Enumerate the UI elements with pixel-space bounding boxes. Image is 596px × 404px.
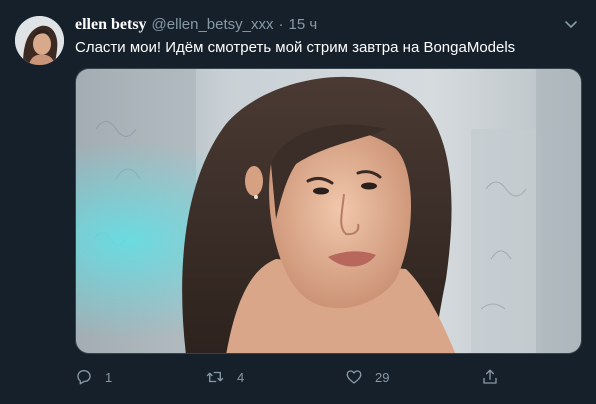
retweet-button[interactable]: 4 — [205, 366, 244, 388]
retweet-count: 4 — [237, 369, 245, 385]
more-options-button[interactable] — [562, 15, 580, 33]
avatar-image — [15, 16, 64, 65]
tweet-actions: 1 4 29 — [75, 366, 505, 388]
tweet-media-photo[interactable] — [75, 68, 582, 354]
share-icon — [483, 369, 497, 384]
chevron-down-icon — [565, 21, 577, 28]
user-handle[interactable]: @ellen_betsy_xxx — [152, 15, 274, 35]
tweet-header: ellen betsy @ellen_betsy_xxx · 15 ч — [75, 15, 317, 35]
tweet-card[interactable]: ellen betsy @ellen_betsy_xxx · 15 ч Слас… — [0, 0, 596, 404]
display-name[interactable]: ellen betsy — [75, 15, 147, 35]
share-button[interactable] — [481, 366, 499, 388]
reply-button[interactable]: 1 — [75, 366, 112, 388]
retweet-icon — [206, 371, 224, 383]
photo-image — [76, 69, 581, 353]
separator-dot: · — [278, 16, 284, 33]
reply-count: 1 — [105, 369, 113, 385]
heart-icon — [346, 370, 362, 384]
timestamp[interactable]: 15 ч — [289, 15, 318, 35]
like-count: 29 — [375, 369, 390, 385]
tweet-text: Сласти мои! Идём смотреть мой стрим завт… — [75, 39, 516, 56]
reply-icon — [77, 369, 91, 385]
like-button[interactable]: 29 — [345, 366, 389, 388]
avatar[interactable] — [15, 16, 64, 65]
